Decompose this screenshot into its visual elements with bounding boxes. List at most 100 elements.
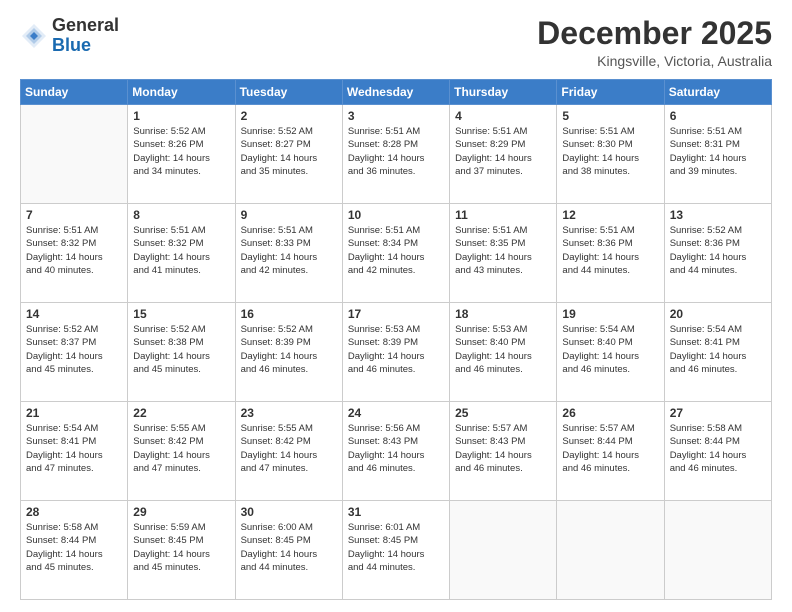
cell-content: Sunrise: 6:00 AM Sunset: 8:45 PM Dayligh…: [241, 521, 337, 574]
calendar-cell: 23 Sunrise: 5:55 AM Sunset: 8:42 PM Dayli…: [235, 402, 342, 501]
day-number: 31: [348, 505, 444, 519]
calendar-cell: 2Sunrise: 5:52 AM Sunset: 8:27 PM Daylig…: [235, 105, 342, 204]
calendar-cell: 13 Sunrise: 5:52 AM Sunset: 8:36 PM Dayli…: [664, 204, 771, 303]
day-number: 14: [26, 307, 122, 321]
header-thursday: Thursday: [450, 80, 557, 105]
cell-content: Sunrise: 5:57 AM Sunset: 8:43 PM Dayligh…: [455, 422, 551, 475]
cell-content: Sunrise: 5:58 AM Sunset: 8:44 PM Dayligh…: [670, 422, 766, 475]
calendar-cell: 11 Sunrise: 5:51 AM Sunset: 8:35 PM Dayli…: [450, 204, 557, 303]
weekday-header-row: Sunday Monday Tuesday Wednesday Thursday…: [21, 80, 772, 105]
logo-text: General Blue: [52, 16, 119, 56]
calendar-cell: 20 Sunrise: 5:54 AM Sunset: 8:41 PM Dayli…: [664, 303, 771, 402]
day-number: 25: [455, 406, 551, 420]
cell-content: Sunrise: 5:51 AM Sunset: 8:31 PM Dayligh…: [670, 125, 766, 178]
week-row-3: 21Sunrise: 5:54 AM Sunset: 8:41 PM Dayli…: [21, 402, 772, 501]
cell-content: Sunrise: 5:52 AM Sunset: 8:36 PM Dayligh…: [670, 224, 766, 277]
day-number: 18: [455, 307, 551, 321]
calendar-cell: 29 Sunrise: 5:59 AM Sunset: 8:45 PM Dayli…: [128, 501, 235, 600]
header-tuesday: Tuesday: [235, 80, 342, 105]
day-number: 30: [241, 505, 337, 519]
day-number: 27: [670, 406, 766, 420]
header-friday: Friday: [557, 80, 664, 105]
calendar-cell: 5Sunrise: 5:51 AM Sunset: 8:30 PM Daylig…: [557, 105, 664, 204]
cell-content: Sunrise: 5:51 AM Sunset: 8:28 PM Dayligh…: [348, 125, 444, 178]
day-number: 28: [26, 505, 122, 519]
cell-content: Sunrise: 6:01 AM Sunset: 8:45 PM Dayligh…: [348, 521, 444, 574]
calendar-cell: 18 Sunrise: 5:53 AM Sunset: 8:40 PM Dayli…: [450, 303, 557, 402]
day-number: 9: [241, 208, 337, 222]
logo-icon: [20, 22, 48, 50]
day-number: 2: [241, 109, 337, 123]
cell-content: Sunrise: 5:51 AM Sunset: 8:29 PM Dayligh…: [455, 125, 551, 178]
calendar-cell: 17Sunrise: 5:53 AM Sunset: 8:39 PM Dayli…: [342, 303, 449, 402]
cell-content: Sunrise: 5:56 AM Sunset: 8:43 PM Dayligh…: [348, 422, 444, 475]
header-wednesday: Wednesday: [342, 80, 449, 105]
day-number: 12: [562, 208, 658, 222]
calendar-cell: 21Sunrise: 5:54 AM Sunset: 8:41 PM Dayli…: [21, 402, 128, 501]
day-number: 16: [241, 307, 337, 321]
cell-content: Sunrise: 5:55 AM Sunset: 8:42 PM Dayligh…: [241, 422, 337, 475]
calendar-cell: 27 Sunrise: 5:58 AM Sunset: 8:44 PM Dayli…: [664, 402, 771, 501]
day-number: 19: [562, 307, 658, 321]
calendar-cell: 15Sunrise: 5:52 AM Sunset: 8:38 PM Dayli…: [128, 303, 235, 402]
day-number: 3: [348, 109, 444, 123]
month-title: December 2025: [537, 16, 772, 51]
calendar-cell: [557, 501, 664, 600]
page: General Blue December 2025 Kingsville, V…: [0, 0, 792, 612]
calendar-cell: 9Sunrise: 5:51 AM Sunset: 8:33 PM Daylig…: [235, 204, 342, 303]
day-number: 26: [562, 406, 658, 420]
logo-general: General: [52, 16, 119, 36]
cell-content: Sunrise: 5:51 AM Sunset: 8:32 PM Dayligh…: [26, 224, 122, 277]
week-row-2: 14 Sunrise: 5:52 AM Sunset: 8:37 PM Dayli…: [21, 303, 772, 402]
cell-content: Sunrise: 5:54 AM Sunset: 8:41 PM Dayligh…: [670, 323, 766, 376]
calendar-cell: 14 Sunrise: 5:52 AM Sunset: 8:37 PM Dayli…: [21, 303, 128, 402]
calendar-cell: 6Sunrise: 5:51 AM Sunset: 8:31 PM Daylig…: [664, 105, 771, 204]
day-number: 29: [133, 505, 229, 519]
calendar-cell: 30 Sunrise: 6:00 AM Sunset: 8:45 PM Dayli…: [235, 501, 342, 600]
calendar-cell: 16 Sunrise: 5:52 AM Sunset: 8:39 PM Dayli…: [235, 303, 342, 402]
calendar-cell: 19 Sunrise: 5:54 AM Sunset: 8:40 PM Dayli…: [557, 303, 664, 402]
cell-content: Sunrise: 5:52 AM Sunset: 8:26 PM Dayligh…: [133, 125, 229, 178]
calendar-cell: 7 Sunrise: 5:51 AM Sunset: 8:32 PM Daylig…: [21, 204, 128, 303]
cell-content: Sunrise: 5:51 AM Sunset: 8:36 PM Dayligh…: [562, 224, 658, 277]
cell-content: Sunrise: 5:54 AM Sunset: 8:40 PM Dayligh…: [562, 323, 658, 376]
week-row-4: 28 Sunrise: 5:58 AM Sunset: 8:44 PM Dayli…: [21, 501, 772, 600]
day-number: 11: [455, 208, 551, 222]
day-number: 20: [670, 307, 766, 321]
day-number: 23: [241, 406, 337, 420]
cell-content: Sunrise: 5:53 AM Sunset: 8:40 PM Dayligh…: [455, 323, 551, 376]
day-number: 13: [670, 208, 766, 222]
day-number: 8: [133, 208, 229, 222]
day-number: 4: [455, 109, 551, 123]
cell-content: Sunrise: 5:52 AM Sunset: 8:37 PM Dayligh…: [26, 323, 122, 376]
calendar-cell: 24 Sunrise: 5:56 AM Sunset: 8:43 PM Dayli…: [342, 402, 449, 501]
day-number: 1: [133, 109, 229, 123]
calendar-cell: 3 Sunrise: 5:51 AM Sunset: 8:28 PM Daylig…: [342, 105, 449, 204]
header: General Blue December 2025 Kingsville, V…: [20, 16, 772, 69]
calendar-cell: 31 Sunrise: 6:01 AM Sunset: 8:45 PM Dayli…: [342, 501, 449, 600]
title-block: December 2025 Kingsville, Victoria, Aust…: [537, 16, 772, 69]
calendar-cell: 1 Sunrise: 5:52 AM Sunset: 8:26 PM Daylig…: [128, 105, 235, 204]
calendar-cell: 25 Sunrise: 5:57 AM Sunset: 8:43 PM Dayli…: [450, 402, 557, 501]
day-number: 22: [133, 406, 229, 420]
day-number: 5: [562, 109, 658, 123]
cell-content: Sunrise: 5:57 AM Sunset: 8:44 PM Dayligh…: [562, 422, 658, 475]
calendar-cell: 22 Sunrise: 5:55 AM Sunset: 8:42 PM Dayli…: [128, 402, 235, 501]
day-number: 21: [26, 406, 122, 420]
location: Kingsville, Victoria, Australia: [537, 53, 772, 69]
calendar-cell: 10Sunrise: 5:51 AM Sunset: 8:34 PM Dayli…: [342, 204, 449, 303]
logo: General Blue: [20, 16, 119, 56]
header-saturday: Saturday: [664, 80, 771, 105]
logo-blue: Blue: [52, 36, 119, 56]
calendar-cell: 26 Sunrise: 5:57 AM Sunset: 8:44 PM Dayli…: [557, 402, 664, 501]
cell-content: Sunrise: 5:55 AM Sunset: 8:42 PM Dayligh…: [133, 422, 229, 475]
cell-content: Sunrise: 5:51 AM Sunset: 8:35 PM Dayligh…: [455, 224, 551, 277]
calendar-cell: 8Sunrise: 5:51 AM Sunset: 8:32 PM Daylig…: [128, 204, 235, 303]
day-number: 7: [26, 208, 122, 222]
day-number: 24: [348, 406, 444, 420]
cell-content: Sunrise: 5:52 AM Sunset: 8:39 PM Dayligh…: [241, 323, 337, 376]
cell-content: Sunrise: 5:58 AM Sunset: 8:44 PM Dayligh…: [26, 521, 122, 574]
week-row-0: 1 Sunrise: 5:52 AM Sunset: 8:26 PM Daylig…: [21, 105, 772, 204]
cell-content: Sunrise: 5:59 AM Sunset: 8:45 PM Dayligh…: [133, 521, 229, 574]
calendar-cell: [21, 105, 128, 204]
